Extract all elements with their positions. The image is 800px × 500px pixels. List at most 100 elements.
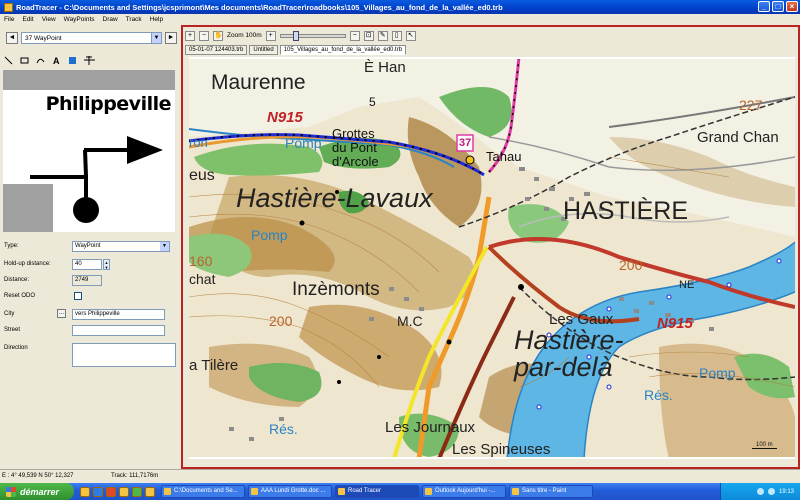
- type-label: Type:: [4, 243, 19, 249]
- quick-launch-icon[interactable]: [145, 486, 155, 497]
- map-label-200-a: 200: [619, 257, 643, 273]
- quick-launch-icon[interactable]: [80, 486, 90, 497]
- map-label-tilere: a Tilère: [189, 357, 239, 374]
- map-label-hastiere-par-dela: Hastière-par-delà: [514, 327, 624, 381]
- map-label-hastiere-par-dela-line1: Hastière-: [514, 325, 624, 355]
- map-label-les-journaux: Les Journaux: [385, 419, 476, 436]
- direction-input[interactable]: [72, 343, 176, 367]
- map-toolbar: + − ✋ Zoom 100m + − ⊡ ✎ ▯ ↖: [185, 29, 416, 42]
- chevron-down-icon[interactable]: ▼: [160, 242, 169, 251]
- curve-tool-icon[interactable]: [36, 56, 45, 65]
- menu-help[interactable]: Help: [150, 16, 163, 23]
- close-button[interactable]: ×: [786, 1, 798, 12]
- zoom-slider[interactable]: [279, 30, 346, 41]
- type-select[interactable]: WayPoint ▼: [72, 241, 170, 252]
- task-explorer[interactable]: C:\Documents and Se...: [161, 485, 245, 498]
- map-label-eus: eus: [189, 167, 215, 184]
- window-controls: _ □ ×: [758, 1, 798, 12]
- tray-icon[interactable]: [767, 488, 775, 495]
- track-length: Track: 111,7176m: [111, 473, 159, 479]
- maximize-button[interactable]: □: [772, 1, 784, 12]
- system-tray: 19:13: [720, 483, 800, 500]
- roadbook-sketch-canvas[interactable]: Philippeville: [3, 90, 175, 232]
- task-paint[interactable]: Sans titre - Paint: [509, 485, 593, 498]
- task-word[interactable]: AAA Lundi Grotte.doc ...: [248, 485, 332, 498]
- map-view: + − ✋ Zoom 100m + − ⊡ ✎ ▯ ↖ 05-01-07 124…: [181, 25, 800, 469]
- zoom-in-icon[interactable]: +: [185, 30, 195, 41]
- topographic-map[interactable]: È Han Maurenne N915 Pomp ron Grottes du P…: [189, 57, 795, 459]
- reset-odo-label: Reset ODO: [4, 293, 36, 299]
- zoom-out-icon[interactable]: −: [199, 30, 209, 41]
- prev-waypoint-button[interactable]: ◄: [6, 32, 18, 44]
- quick-launch-icon[interactable]: [93, 486, 103, 497]
- map-label-pomp-2: Pomp: [251, 227, 288, 243]
- menu-file[interactable]: File: [4, 16, 14, 23]
- menu-edit[interactable]: Edit: [22, 16, 33, 23]
- map-label-les-spineuses: Les Spineuses: [452, 441, 551, 458]
- quick-launch: [80, 486, 155, 497]
- zoom-slider-thumb[interactable]: [292, 30, 299, 41]
- zoom-minus-icon[interactable]: −: [349, 30, 360, 41]
- start-button[interactable]: démarrer: [0, 483, 74, 500]
- sketch-town-label: Philippeville: [45, 93, 172, 115]
- windows-flag-icon: [6, 486, 16, 497]
- map-label-n915-west: N915: [267, 109, 303, 126]
- waypoint-37-marker[interactable]: 37: [459, 137, 471, 149]
- edit-track-icon[interactable]: ✎: [377, 30, 388, 41]
- svg-text:A: A: [53, 56, 60, 65]
- fit-view-icon[interactable]: ⊡: [363, 30, 374, 41]
- hand-pan-icon[interactable]: ✋: [213, 30, 223, 41]
- sketch-header-bar: [3, 70, 175, 90]
- map-scale-bar: 100 m: [752, 442, 777, 449]
- document-tabs: 05-01-07 124403.trb Untitled 105_Village…: [185, 45, 407, 55]
- junction-tool-icon[interactable]: [84, 56, 95, 65]
- map-label-ron: ron: [189, 135, 208, 150]
- map-label-grottes-line2: du Pont: [332, 140, 377, 155]
- minimize-button[interactable]: _: [758, 1, 770, 12]
- holdup-distance-input[interactable]: 40: [72, 259, 102, 270]
- menu-waypoints[interactable]: WayPoints: [64, 16, 95, 23]
- clock: 19:13: [778, 488, 794, 495]
- quick-launch-icon[interactable]: [106, 486, 116, 497]
- pointer-icon[interactable]: ↖: [405, 30, 416, 41]
- zoom-plus-icon[interactable]: +: [265, 30, 276, 41]
- tray-icon[interactable]: [756, 488, 764, 495]
- map-label-pomp-1: Pomp: [285, 135, 322, 151]
- reset-odo-checkbox[interactable]: [74, 292, 82, 300]
- type-select-value: WayPoint: [75, 243, 101, 249]
- quick-launch-icon[interactable]: [119, 486, 129, 497]
- tab-untitled[interactable]: Untitled: [249, 45, 278, 55]
- menu-view[interactable]: View: [42, 16, 56, 23]
- chevron-down-icon[interactable]: ▼: [151, 33, 161, 43]
- app-icon: [4, 2, 13, 12]
- fill-tool-icon[interactable]: [68, 56, 77, 65]
- quick-launch-icon[interactable]: [132, 486, 142, 497]
- map-label-hastiere-par-dela-line2: par-delà: [514, 352, 613, 382]
- city-browse-button[interactable]: ...: [57, 309, 66, 318]
- map-label-ne: NE: [679, 279, 695, 291]
- menu-draw[interactable]: Draw: [103, 16, 118, 23]
- city-label: City: [4, 311, 15, 317]
- line-tool-icon[interactable]: [4, 56, 13, 65]
- coordinates-readout: E : 4° 49,539 N 50° 12,327: [2, 473, 74, 479]
- street-input[interactable]: [72, 325, 165, 336]
- map-label-grottes: Grottes du Pont d'Arcole: [332, 127, 379, 169]
- tab-document-1[interactable]: 05-01-07 124403.trb: [185, 45, 248, 55]
- task-roadtracer[interactable]: Road Tracer: [335, 485, 419, 498]
- tab-roadbook[interactable]: 105_Villages_au_fond_de_la_vallée_ed0.tr…: [279, 45, 407, 55]
- city-input[interactable]: vers Philippeville: [72, 309, 165, 320]
- task-outlook[interactable]: Outlook Aujourd'hui -...: [422, 485, 506, 498]
- rectangle-tool-icon[interactable]: [20, 56, 29, 65]
- map-label-160: 160: [189, 253, 213, 269]
- menu-track[interactable]: Track: [126, 16, 142, 23]
- map-label-227: 227: [739, 97, 763, 113]
- map-label-inzemonts: Inzèmonts: [292, 279, 380, 300]
- next-waypoint-button[interactable]: ►: [165, 32, 177, 44]
- map-label-maurenne: Maurenne: [211, 71, 306, 94]
- waypoint-select-value: 37 WayPoint: [25, 34, 62, 42]
- panel-toggle-icon[interactable]: ▯: [391, 30, 402, 41]
- waypoint-select[interactable]: 37 WayPoint ▼: [21, 32, 162, 44]
- direction-label: Direction: [4, 345, 28, 351]
- holdup-spinner[interactable]: ▲ ▼: [103, 259, 110, 270]
- text-tool-icon[interactable]: A: [52, 56, 61, 65]
